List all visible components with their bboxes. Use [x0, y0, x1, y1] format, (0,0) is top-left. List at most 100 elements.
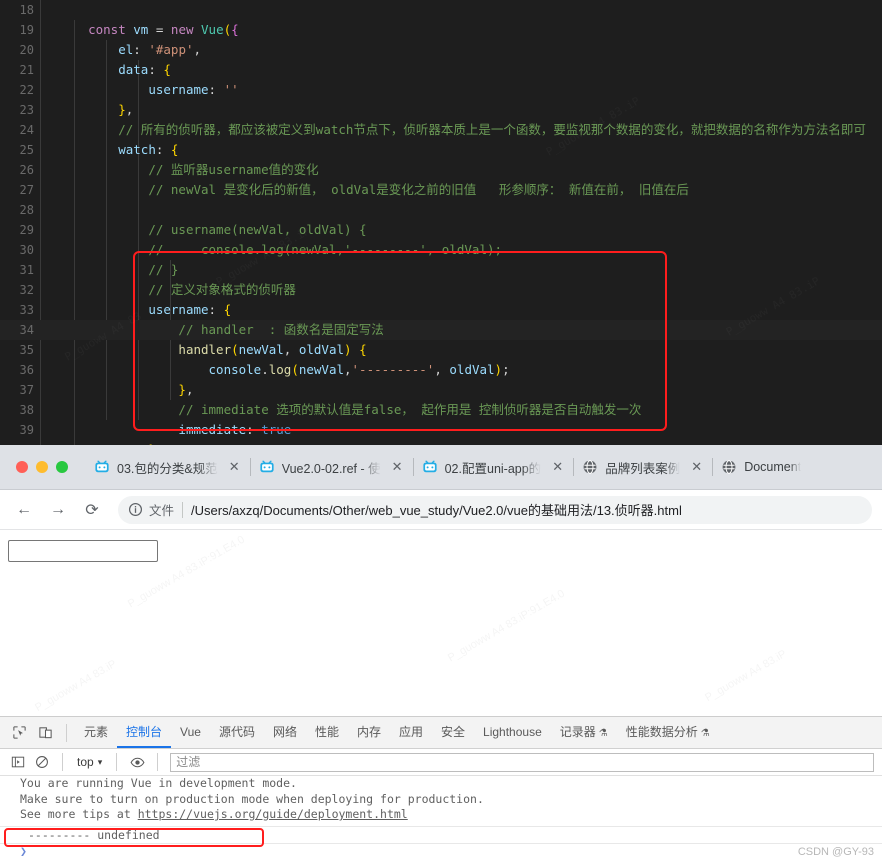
- code-line[interactable]: 38 // immediate 选项的默认值是false， 起作用是 控制侦听器…: [0, 400, 882, 420]
- line-number: 27: [19, 183, 34, 197]
- line-number: 23: [19, 103, 34, 117]
- devtools-tab[interactable]: 元素: [75, 717, 117, 748]
- code-line[interactable]: 27 // newVal 是变化后的新值， oldVal是变化之前的旧值 形参顺…: [0, 180, 882, 200]
- line-number: 32: [19, 283, 34, 297]
- reload-icon[interactable]: ⟳: [78, 496, 106, 524]
- console-sidebar-icon[interactable]: [6, 750, 30, 774]
- forward-icon[interactable]: →: [44, 496, 72, 524]
- bilibili-icon: [259, 459, 275, 475]
- execution-context-selector[interactable]: top ▾: [71, 755, 108, 769]
- browser-tab[interactable]: 品牌列表案例 ✕: [574, 450, 712, 484]
- devtools-tab[interactable]: 源代码: [210, 717, 264, 748]
- code-line[interactable]: 21 data: {: [0, 60, 882, 80]
- devtools-tab[interactable]: 应用: [390, 717, 432, 748]
- devtools-tab-label: Vue: [180, 725, 201, 739]
- context-label: top: [77, 755, 94, 769]
- code-line[interactable]: 33 username: {: [0, 300, 882, 320]
- line-number: 20: [19, 43, 34, 57]
- line-number: 24: [19, 123, 34, 137]
- close-tab-icon[interactable]: ✕: [227, 459, 242, 475]
- line-content: const vm = new Vue({: [88, 22, 239, 37]
- line-content: // username(newVal, oldVal) {: [148, 222, 367, 237]
- inspect-element-icon[interactable]: [6, 720, 32, 746]
- device-toolbar-icon[interactable]: [32, 720, 58, 746]
- console-filter-input[interactable]: 过滤: [170, 752, 874, 772]
- code-line[interactable]: 23 },: [0, 100, 882, 120]
- devtools-tab[interactable]: 安全: [432, 717, 474, 748]
- devtools-tab-label: 网络: [272, 725, 297, 739]
- code-line[interactable]: 31 // }: [0, 260, 882, 280]
- line-content: el: '#app',: [118, 42, 202, 57]
- devtools-tab[interactable]: 控制台: [117, 717, 171, 748]
- minimize-window-button[interactable]: [36, 461, 48, 473]
- line-content: // newVal 是变化后的新值， oldVal是变化之前的旧值 形参顺序： …: [148, 182, 689, 197]
- username-input[interactable]: [8, 540, 158, 562]
- line-content: },: [118, 102, 134, 117]
- browser-tab[interactable]: 03.包的分类&规范 ✕: [86, 450, 250, 484]
- window-controls[interactable]: [0, 461, 86, 473]
- code-line[interactable]: 22 username: '': [0, 80, 882, 100]
- console-prompt-caret[interactable]: ❯: [0, 844, 882, 859]
- clear-console-icon[interactable]: [30, 750, 54, 774]
- code-line[interactable]: 26 // 监听器username值的变化: [0, 160, 882, 180]
- close-tab-icon[interactable]: ✕: [390, 459, 405, 475]
- address-bar[interactable]: 文件 /Users/axzq/Documents/Other/web_vue_s…: [118, 495, 872, 524]
- code-line[interactable]: 18: [0, 0, 882, 20]
- line-number: 28: [19, 203, 34, 217]
- live-expression-eye-icon[interactable]: [125, 750, 149, 774]
- browser-tab[interactable]: Vue2.0-02.ref - 使 ✕: [251, 450, 413, 484]
- code-line[interactable]: 39 immediate: true: [0, 420, 882, 440]
- browser-tab[interactable]: 02.配置uni-app的 ✕: [414, 450, 574, 484]
- zoom-window-button[interactable]: [56, 461, 68, 473]
- devtools-tab[interactable]: 网络: [264, 717, 306, 748]
- line-content: username: '': [148, 82, 239, 97]
- devtools-tab[interactable]: 记录器 ⚗: [551, 717, 617, 748]
- tab-strip: 03.包的分类&规范 ✕ Vue2.0-02.ref - 使 ✕ 02.配置uni-ap…: [0, 445, 882, 490]
- console-message: You are running Vue in development mode.: [20, 776, 297, 790]
- console-message: Make sure to turn on production mode whe…: [20, 791, 484, 806]
- code-line[interactable]: 29 // username(newVal, oldVal) {: [0, 220, 882, 240]
- line-number: 31: [19, 263, 34, 277]
- tab-title: 02.配置uni-app的: [444, 461, 542, 476]
- devtools-tab[interactable]: Vue: [171, 717, 210, 748]
- code-line[interactable]: 37 },: [0, 380, 882, 400]
- devtools-tab[interactable]: 性能数据分析 ⚗: [617, 717, 719, 748]
- line-content: // console.log(newVal,'---------', oldVa…: [148, 242, 503, 257]
- line-number: 26: [19, 163, 34, 177]
- code-line[interactable]: 24 // 所有的侦听器，都应该被定义到watch节点下，侦听器本质上是一个函数…: [0, 120, 882, 140]
- code-editor-pane[interactable]: 18 19 const vm = new Vue({20 el: '#app', 2…: [0, 0, 882, 445]
- code-line[interactable]: 35 handler(newVal, oldVal) {: [0, 340, 882, 360]
- line-content: // 所有的侦听器，都应该被定义到watch节点下，侦听器本质上是一个函数，要监…: [118, 122, 866, 137]
- code-line[interactable]: 25 watch: {: [0, 140, 882, 160]
- console-toolbar: top ▾ 过滤: [0, 749, 882, 776]
- devtools-tab[interactable]: Lighthouse: [474, 717, 551, 748]
- line-number: 37: [19, 383, 34, 397]
- browser-tab[interactable]: Document: [713, 450, 809, 484]
- devtools-tab[interactable]: 性能: [306, 717, 348, 748]
- console-toolbar-divider-1: [62, 753, 63, 771]
- code-line[interactable]: 32 // 定义对象格式的侦听器: [0, 280, 882, 300]
- console-output[interactable]: You are running Vue in development mode.…: [0, 776, 882, 862]
- close-window-button[interactable]: [16, 461, 28, 473]
- code-line[interactable]: 30 // console.log(newVal,'---------', ol…: [0, 240, 882, 260]
- code-line[interactable]: 20 el: '#app',: [0, 40, 882, 60]
- vue-deployment-link[interactable]: https://vuejs.org/guide/deployment.html: [138, 807, 408, 821]
- code-line[interactable]: 36 console.log(newVal,'---------', oldVa…: [0, 360, 882, 380]
- toolbar-divider: [66, 723, 67, 742]
- close-tab-icon[interactable]: ✕: [550, 459, 565, 475]
- tab-title: 03.包的分类&规范: [117, 461, 218, 476]
- code-line[interactable]: 19 const vm = new Vue({: [0, 20, 882, 40]
- code-line[interactable]: 28: [0, 200, 882, 220]
- devtools-tab-label: 性能: [314, 725, 339, 739]
- code-line[interactable]: 34 // handler : 函数名是固定写法: [0, 320, 882, 340]
- line-content: watch: {: [118, 142, 179, 157]
- back-icon[interactable]: ←: [10, 496, 38, 524]
- devtools-tab[interactable]: 内存: [348, 717, 390, 748]
- line-content: },: [178, 382, 194, 397]
- line-content: // 监听器username值的变化: [148, 162, 319, 177]
- line-number: 21: [19, 63, 34, 77]
- line-number: 33: [19, 303, 34, 317]
- line-content: immediate: true: [178, 422, 292, 437]
- site-info-icon[interactable]: [128, 502, 143, 517]
- close-tab-icon[interactable]: ✕: [689, 459, 704, 475]
